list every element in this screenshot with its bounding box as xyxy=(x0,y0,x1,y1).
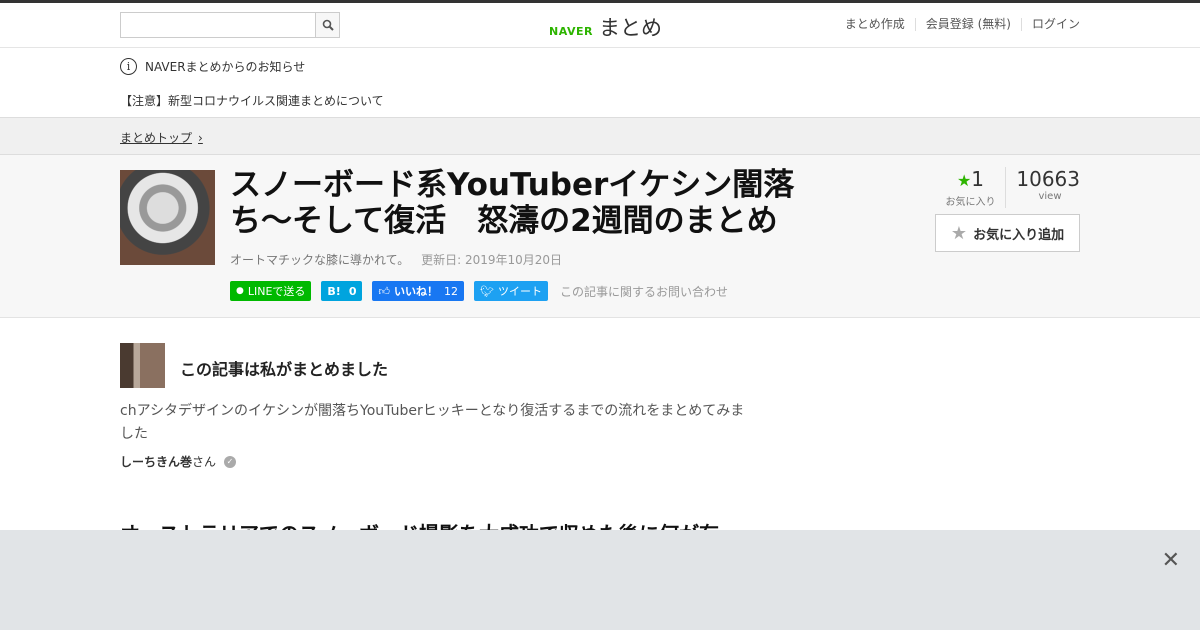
tweet-button[interactable]: 🐦︎ ツイート xyxy=(473,281,548,301)
close-icon[interactable]: ✕ xyxy=(1162,548,1180,573)
search-bar xyxy=(120,12,340,38)
search-button[interactable] xyxy=(315,12,340,38)
hatena-button[interactable]: B! 0 xyxy=(321,281,363,301)
updated-date: 更新日: 2019年10月20日 xyxy=(421,253,563,267)
author-description: chアシタデザインのイケシンが闇落ちYouTuberヒッキーとなり復活するまでの… xyxy=(120,403,745,442)
star-icon: ★ xyxy=(956,171,972,190)
logo-naver: NAVER xyxy=(549,25,593,38)
breadcrumb-item[interactable]: まとめトップ › xyxy=(120,129,203,146)
line-icon: ● xyxy=(236,286,244,296)
breadcrumb-top[interactable]: まとめトップ xyxy=(120,129,192,146)
chevron-right-icon: › xyxy=(198,130,203,145)
views-label: view xyxy=(1038,191,1062,202)
site-header: NAVER まとめ まとめ作成 会員登録 (無料) ログイン xyxy=(0,3,1200,48)
like-count: 12 xyxy=(443,284,458,298)
breadcrumb: まとめトップ › xyxy=(0,118,1200,155)
views-number: 10663 xyxy=(1016,167,1080,191)
line-share-label: LINEで送る xyxy=(247,285,306,298)
author-name[interactable]: しーちきん巻 xyxy=(120,453,192,470)
facebook-like-button[interactable]: 👍︎ いいね！ 12 xyxy=(372,281,464,301)
hatena-icon: B! xyxy=(327,284,341,298)
site-logo[interactable]: NAVER まとめ xyxy=(549,12,662,42)
author-name-row: しーちきん巻 さん ✓ xyxy=(120,453,237,470)
article-title: スノーボード系YouTuberイケシン闇落ち〜そして復活 怒濤の2週間のまとめ xyxy=(230,167,795,239)
favorites-number: 1 xyxy=(971,167,985,191)
thumbs-up-icon: 👍︎ xyxy=(378,284,390,298)
nav-register[interactable]: 会員登録 (無料) xyxy=(914,18,1021,31)
author-name-suffix: さん xyxy=(192,455,217,469)
ad-banner: ✕ xyxy=(0,530,1200,630)
add-favorite-button[interactable]: ★ お気に入り追加 xyxy=(935,214,1080,252)
article-meta: オートマチックな膝に導かれて。 更新日: 2019年10月20日 xyxy=(230,251,562,268)
notice-section: i NAVERまとめからのお知らせ 【注意】新型コロナウイルス関連まとめについて xyxy=(0,48,1200,118)
like-label: いいね！ xyxy=(393,285,438,298)
add-favorite-label: お気に入り追加 xyxy=(973,227,1065,243)
favorites-label: お気に入り xyxy=(945,197,996,208)
line-share-button[interactable]: ● LINEで送る xyxy=(230,281,312,301)
article-stats: ★1 お気に入り 10663 view xyxy=(936,167,1080,208)
article-header: スノーボード系YouTuberイケシン闇落ち〜そして復活 怒濤の2週間のまとめ … xyxy=(0,155,1200,318)
logo-matome: まとめ xyxy=(598,16,662,40)
author-section: この記事は私がまとめました chアシタデザインのイケシンが闇落ちYouTuber… xyxy=(0,318,1200,488)
nav-login[interactable]: ログイン xyxy=(1020,18,1080,31)
views-count: 10663 view xyxy=(1006,167,1080,208)
share-bar: ● LINEで送る B! 0 👍︎ いいね！ 12 🐦︎ ツイート この記事に関… xyxy=(230,281,728,301)
notice-heading-row: i NAVERまとめからのお知らせ xyxy=(120,58,305,75)
twitter-icon: 🐦︎ xyxy=(479,284,494,298)
verified-check-icon: ✓ xyxy=(224,455,237,468)
favorites-count: ★1 お気に入り xyxy=(936,167,1006,208)
search-icon xyxy=(322,19,334,31)
nav-create-matome[interactable]: まとめ作成 xyxy=(835,18,915,31)
notice-link[interactable]: 【注意】新型コロナウイルス関連まとめについて xyxy=(120,92,384,109)
info-icon: i xyxy=(120,58,137,75)
author-heading: この記事は私がまとめました xyxy=(180,360,389,379)
tweet-label: ツイート xyxy=(497,285,542,298)
inquiry-link[interactable]: この記事に関するお問い合わせ xyxy=(560,283,728,300)
article-subtitle: オートマチックな膝に導かれて。 xyxy=(230,253,410,267)
article-thumbnail xyxy=(120,170,215,265)
avatar[interactable] xyxy=(120,343,165,388)
hatena-count: 0 xyxy=(348,284,357,298)
star-icon: ★ xyxy=(950,222,968,244)
notice-heading: NAVERまとめからのお知らせ xyxy=(145,60,306,74)
header-nav: まとめ作成 会員登録 (無料) ログイン xyxy=(835,18,1080,31)
search-input[interactable] xyxy=(120,12,315,38)
